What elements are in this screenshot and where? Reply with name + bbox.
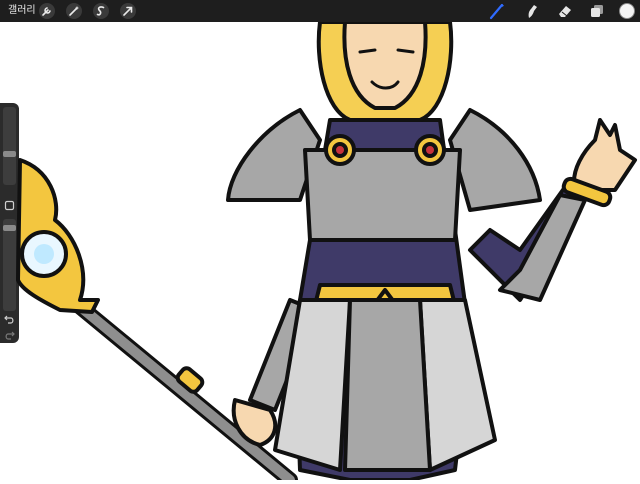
gallery-button[interactable]: 갤러리 (8, 3, 36, 19)
wrench-icon[interactable] (38, 2, 56, 20)
top-toolbar: 갤러리 (0, 0, 640, 22)
drawing-canvas[interactable] (0, 20, 640, 484)
layers-icon[interactable] (588, 2, 606, 20)
artwork-illustration (16, 20, 637, 484)
brush-icon[interactable] (488, 2, 506, 20)
color-swatch[interactable] (618, 2, 636, 20)
selection-icon[interactable] (92, 2, 110, 20)
smudge-icon[interactable] (523, 2, 541, 20)
eraser-icon[interactable] (556, 2, 574, 20)
magic-wand-icon[interactable] (65, 2, 83, 20)
transform-arrow-icon[interactable] (119, 2, 137, 20)
